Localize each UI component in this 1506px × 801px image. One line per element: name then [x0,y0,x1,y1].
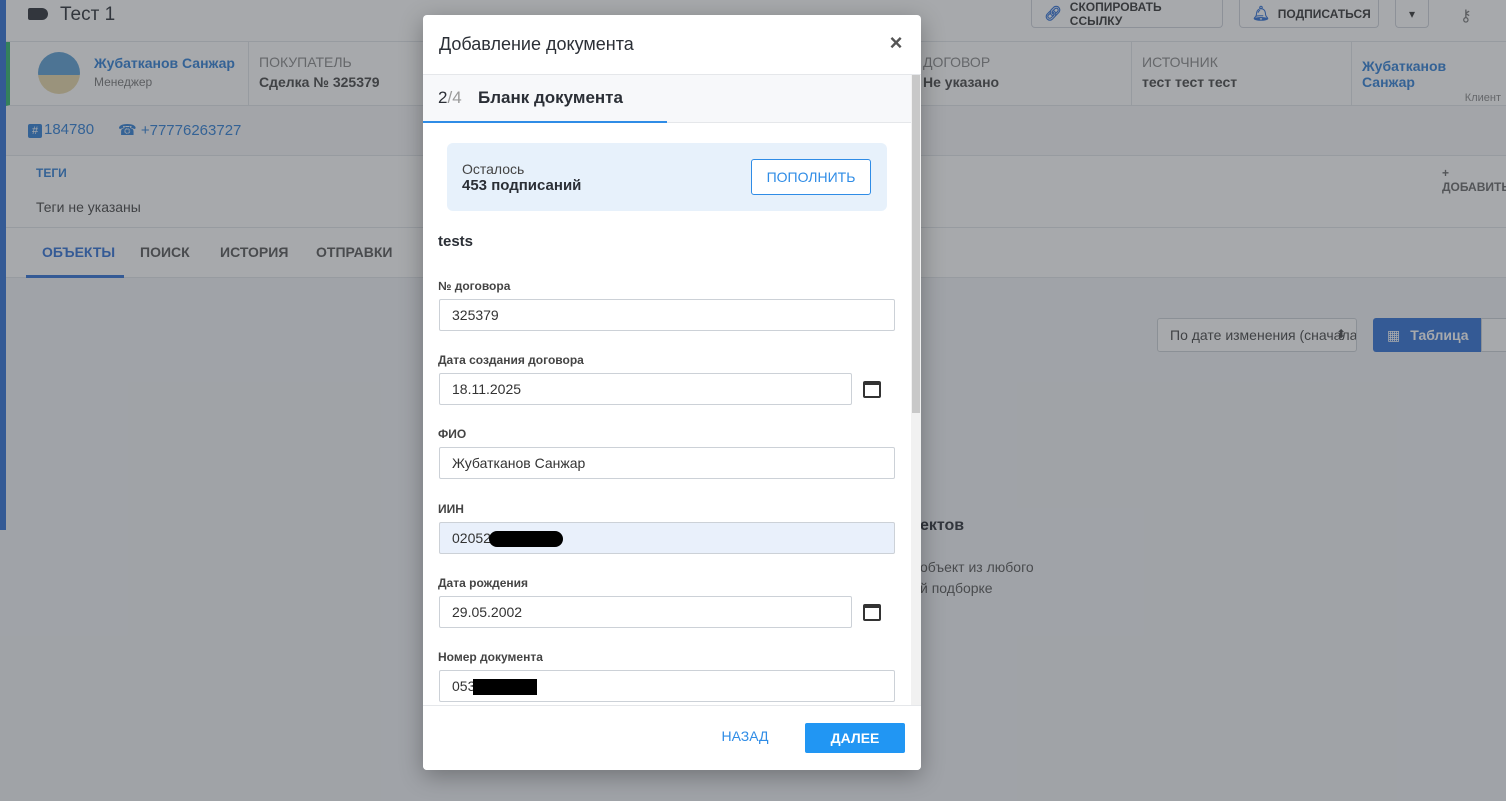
modal-body[interactable]: 2/4 Бланк документа Осталось 453 подписа… [423,75,921,705]
iin-input[interactable]: 02052 [439,522,895,554]
fio-input[interactable]: Жубатканов Санжар [439,447,895,479]
balance-label: Осталось [462,161,525,177]
balance-value: 453 подписаний [462,177,582,194]
next-button[interactable]: ДАЛЕЕ [805,723,905,753]
add-document-modal: Добавление документа × 2/4 Бланк докумен… [423,15,921,770]
contract-no-label: № договора [438,279,511,293]
fio-label: ФИО [438,427,467,441]
back-button[interactable]: НАЗАД [705,720,785,752]
redaction-mark [488,531,563,548]
modal-scrollbar-thumb[interactable] [912,75,920,413]
calendar-icon[interactable] [863,604,881,621]
signatures-balance-box: Осталось 453 подписаний ПОПОЛНИТЬ [447,143,887,211]
step-counter: 2/4 [438,88,462,108]
birth-date-label: Дата рождения [438,576,529,590]
contract-date-input[interactable]: 18.11.2025 [439,373,852,405]
form-section-title: tests [438,233,474,250]
doc-no-input[interactable]: 053 [439,670,895,702]
iin-label: ИИН [438,502,464,516]
modal-footer: НАЗАД ДАЛЕЕ [423,705,921,770]
topup-button[interactable]: ПОПОЛНИТЬ [751,159,871,195]
contract-date-label: Дата создания договора [438,353,584,367]
doc-no-value: 053 [452,678,476,694]
calendar-icon[interactable] [863,381,881,398]
close-icon[interactable]: × [885,31,907,55]
step-title: Бланк документа [478,88,623,107]
modal-scrollbar[interactable] [911,75,921,705]
modal-header: Добавление документа × [423,15,921,75]
step-total: /4 [447,88,462,107]
step-progress-indicator [423,121,667,123]
birth-date-input[interactable]: 29.05.2002 [439,596,852,628]
contract-no-input[interactable]: 325379 [439,299,895,331]
redaction-mark [473,679,538,696]
doc-no-label: Номер документа [438,650,543,664]
iin-value: 02052 [452,530,491,546]
modal-title: Добавление документа [439,34,634,54]
step-bar: 2/4 Бланк документа [423,75,911,123]
